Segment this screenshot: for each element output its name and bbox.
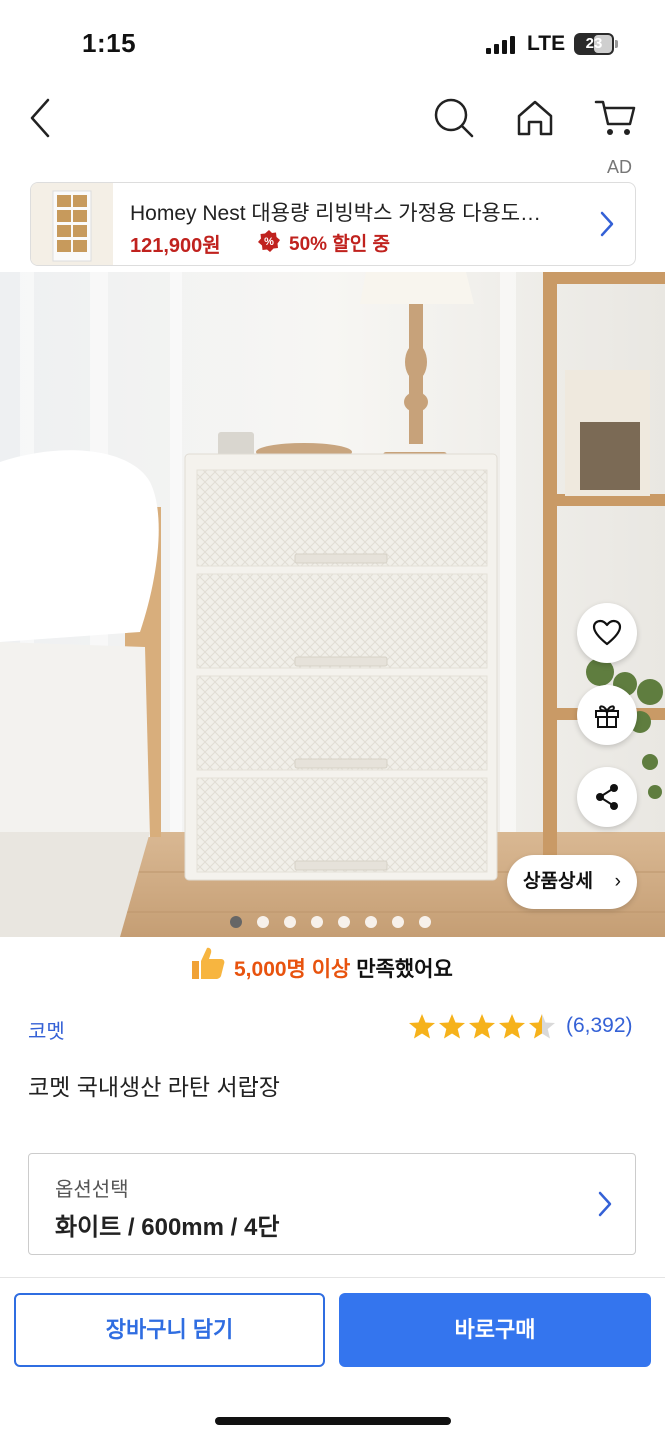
carousel-dot	[419, 916, 431, 928]
brand-link[interactable]: 코멧	[28, 1015, 65, 1044]
satisfaction-rest: 만족했어요	[356, 958, 453, 981]
ad-banner[interactable]: Homey Nest 대용량 리빙박스 가정용 다용도… 121,900원 % …	[30, 182, 636, 266]
gift-icon	[595, 705, 619, 728]
thumbs-up-icon	[192, 947, 225, 979]
network-type: LTE	[527, 32, 566, 55]
search-icon[interactable]	[432, 96, 476, 140]
option-label: 옵션선택	[55, 1179, 129, 1201]
divider	[0, 1277, 665, 1278]
carousel-dot	[311, 916, 323, 928]
cellular-signal-icon	[486, 36, 515, 54]
ad-title: Homey Nest 대용량 리빙박스 가정용 다용도…	[130, 202, 542, 225]
chevron-right-icon	[598, 1191, 612, 1217]
share-icon	[596, 784, 618, 810]
battery-nub	[615, 40, 618, 48]
home-indicator	[215, 1417, 451, 1425]
carousel-dot	[365, 916, 377, 928]
product-photo	[0, 272, 665, 937]
carousel-dot	[230, 916, 242, 928]
gift-button[interactable]	[577, 685, 637, 745]
battery-icon: 23	[574, 33, 614, 55]
buy-now-button[interactable]: 바로구매	[339, 1293, 651, 1367]
home-icon[interactable]	[513, 96, 557, 140]
satisfaction-text: 5,000명 이상 만족했어요	[234, 953, 453, 983]
ad-label: AD	[607, 157, 633, 177]
share-button[interactable]	[577, 767, 637, 827]
status-time: 1:15	[82, 28, 137, 58]
rating-stars-icon[interactable]	[408, 1013, 558, 1041]
carousel-dot	[392, 916, 404, 928]
product-detail-button[interactable]: 상품상세 ›	[507, 855, 637, 909]
carousel-dot	[338, 916, 350, 928]
wishlist-button[interactable]	[577, 603, 637, 663]
carousel-dot	[284, 916, 296, 928]
add-to-cart-button[interactable]: 장바구니 담기	[14, 1293, 325, 1367]
option-select[interactable]: 옵션선택 화이트 / 600mm / 4단	[28, 1153, 636, 1255]
chevron-right-icon: ›	[614, 871, 621, 892]
satisfaction-highlight: 5,000명 이상	[234, 958, 351, 981]
heart-icon	[592, 619, 622, 646]
product-title: 코멧 국내생산 라탄 서랍장	[28, 1074, 280, 1100]
product-hero-image[interactable]	[0, 272, 665, 937]
svg-text:%: %	[264, 236, 274, 248]
ad-product-image	[31, 183, 113, 265]
product-detail-label: 상품상세	[523, 871, 593, 892]
chevron-right-icon	[600, 211, 614, 237]
review-count-link[interactable]: (6,392)	[566, 1014, 633, 1038]
battery-level: 23	[585, 35, 603, 52]
cart-icon[interactable]	[594, 96, 638, 140]
back-icon[interactable]	[20, 96, 64, 140]
carousel-dot	[257, 916, 269, 928]
option-value: 화이트 / 600mm / 4단	[55, 1214, 280, 1241]
ad-discount: 50% 할인 중	[289, 234, 391, 255]
ad-price: 121,900원	[130, 235, 221, 257]
discount-badge-icon: %	[258, 230, 280, 252]
